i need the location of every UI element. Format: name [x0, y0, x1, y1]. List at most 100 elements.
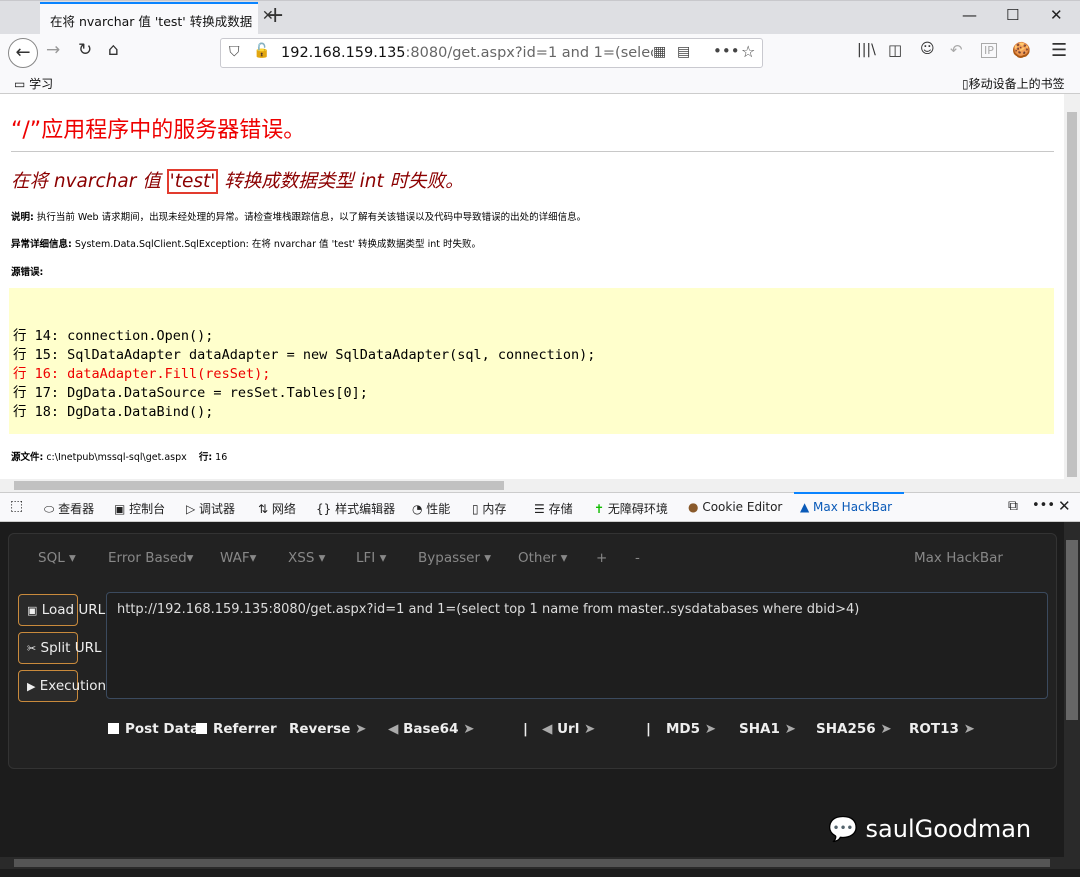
post-data-checkbox[interactable]: Post Data [108, 721, 199, 737]
tab-max-hackbar[interactable]: ▲ Max HackBar [800, 500, 892, 514]
back-button[interactable]: ← [8, 38, 38, 68]
reader-view-icon[interactable]: ▤ [677, 44, 690, 60]
checkbox-icon [108, 723, 119, 734]
load-url-button[interactable]: ▣ Load URL [18, 594, 105, 626]
tab-storage[interactable]: ☰ 存储 [534, 500, 573, 517]
reload-button[interactable]: ↻ [78, 40, 92, 60]
insecure-lock-icon[interactable]: 🔓 [253, 43, 270, 59]
url-bar[interactable]: ⛉ 🔓 192.168.159.135:8080/get.aspx?id=1 a… [220, 38, 763, 68]
right-arrow-icon: ➤ [963, 721, 975, 737]
load-icon: ▣ [27, 604, 38, 617]
tab-inspector[interactable]: ⬭ 查看器 [44, 500, 94, 517]
bookmarks-toolbar: ▭ 学习 ▯移动设备上的书签 [0, 72, 1080, 94]
sha1-button[interactable]: SHA1 ➤ [739, 721, 796, 737]
page-actions-icon[interactable]: ••• [713, 42, 740, 60]
watermark: 💬 saulGoodman [828, 815, 1032, 843]
tab-performance[interactable]: ◔ 性能 [412, 500, 450, 517]
tab-accessibility[interactable]: ✝ 无障碍环境 [594, 500, 668, 517]
menu-bypasser[interactable]: Bypasser ▾ [418, 550, 491, 566]
menu-waf[interactable]: WAF▾ [220, 550, 256, 566]
tab-network[interactable]: ⇅ 网络 [258, 500, 296, 517]
library-icon[interactable]: |||\ [857, 42, 876, 58]
execution-button[interactable]: ▶ Execution [18, 670, 106, 702]
menu-other[interactable]: Other ▾ [518, 550, 567, 566]
element-picker-icon[interactable]: ⬚ [10, 498, 23, 514]
hackbar-horizontal-scroll-thumb[interactable] [14, 859, 1050, 867]
browser-tab[interactable]: 在将 nvarchar 值 'test' 转换成数据 [40, 2, 258, 34]
page-title: “/”应用程序中的服务器错误。 [11, 118, 306, 143]
bookmark-folder[interactable]: ▭ 学习 [14, 75, 53, 92]
qr-code-icon[interactable]: ▦ [653, 44, 666, 60]
reverse-button[interactable]: Reverse ➤ [289, 721, 366, 737]
code-line: 行 15: SqlDataAdapter dataAdapter = new S… [13, 347, 596, 363]
active-tab-indicator [794, 492, 904, 494]
exception-details: 异常详细信息: System.Data.SqlClient.SqlExcepti… [11, 239, 481, 250]
checkbox-icon [196, 723, 207, 734]
referrer-checkbox[interactable]: Referrer [196, 721, 277, 737]
minimize-icon[interactable]: — [962, 6, 977, 24]
ip-icon[interactable]: IP [981, 43, 997, 58]
wechat-icon: 💬 [828, 815, 858, 843]
page-content: “/”应用程序中的服务器错误。 在将 nvarchar 值 'test' 转换成… [0, 94, 1064, 479]
source-code-box: 行 14: connection.Open(); 行 15: SqlDataAd… [9, 288, 1054, 434]
divider [11, 151, 1054, 152]
sha256-button[interactable]: SHA256 ➤ [816, 721, 892, 737]
play-icon: ▶ [27, 680, 36, 693]
url-textarea[interactable]: http://192.168.159.135:8080/get.aspx?id=… [106, 592, 1048, 699]
split-icon: ✂ [27, 642, 37, 655]
menu-lfi[interactable]: LFI ▾ [356, 550, 386, 566]
tab-memory[interactable]: ▯ 内存 [472, 500, 506, 517]
undo-icon[interactable]: ↶ [950, 41, 963, 59]
highlight-box: 'test' [166, 169, 219, 194]
maximize-icon[interactable]: ☐ [1006, 6, 1019, 24]
menu-icon[interactable]: ☰ [1051, 40, 1067, 61]
right-arrow-icon: ➤ [880, 721, 892, 737]
hackbar-brand: Max HackBar [914, 550, 1003, 566]
base64-button[interactable]: ◀ Base64 ➤ [388, 721, 475, 737]
url-encode-button[interactable]: ◀ Url ➤ [542, 721, 595, 737]
shield-icon[interactable]: ⛉ [229, 44, 240, 60]
right-arrow-icon: ➤ [355, 721, 367, 737]
tab-cookie-editor[interactable]: ● Cookie Editor [688, 500, 782, 514]
bookmark-star-icon[interactable]: ☆ [741, 42, 755, 61]
dock-icon[interactable]: ⧉ [1008, 498, 1018, 514]
devtools-close-icon[interactable]: ✕ [1058, 497, 1071, 515]
split-url-button[interactable]: ✂ Split URL [18, 632, 102, 664]
add-button[interactable]: + [596, 550, 607, 566]
home-button[interactable]: ⌂ [108, 40, 119, 60]
left-arrow-icon: ◀ [388, 721, 399, 737]
tab-style-editor[interactable]: {} 样式编辑器 [316, 500, 395, 517]
hackbar-vertical-scroll-thumb[interactable] [1066, 540, 1078, 720]
menu-xss[interactable]: XSS ▾ [288, 550, 325, 566]
code-line: 行 14: connection.Open(); [13, 328, 214, 344]
left-arrow-icon: ◀ [542, 721, 553, 737]
tab-debugger[interactable]: ▷ 调试器 [186, 500, 235, 517]
separator: | [646, 721, 651, 737]
right-arrow-icon: ➤ [704, 721, 717, 737]
source-file: 源文件: c:\Inetpub\mssql-sql\get.aspx 行: 16 [11, 452, 228, 463]
remove-button[interactable]: - [635, 550, 640, 566]
code-line-error: 行 16: dataAdapter.Fill(resSet); [13, 366, 271, 382]
md5-button[interactable]: MD5 ➤ [666, 721, 716, 737]
mobile-icon: ▯ [962, 77, 969, 91]
right-arrow-icon: ➤ [584, 721, 596, 737]
close-window-icon[interactable]: ✕ [1050, 6, 1063, 24]
page-horizontal-scroll-thumb[interactable] [14, 481, 504, 490]
cookie-icon[interactable]: 🍪 [1012, 41, 1031, 59]
devtools-toolbar: ⬚ ⬭ 查看器 ▣ 控制台 ▷ 调试器 ⇅ 网络 {} 样式编辑器 ◔ 性能 ▯… [0, 492, 1080, 522]
menu-error-based[interactable]: Error Based▾ [108, 550, 193, 566]
rot13-button[interactable]: ROT13 ➤ [909, 721, 975, 737]
tab-console[interactable]: ▣ 控制台 [114, 500, 165, 517]
sidebar-icon[interactable]: ◫ [888, 41, 902, 59]
page-vertical-scroll-thumb[interactable] [1067, 112, 1077, 477]
source-error-label: 源错误: [11, 267, 44, 278]
devtools-menu-icon[interactable]: ••• [1032, 498, 1055, 513]
description: 说明: 执行当前 Web 请求期间，出现未经处理的异常。请检查堆栈跟踪信息，以了… [11, 212, 587, 223]
avatar-icon[interactable]: ☺ [920, 41, 935, 57]
error-subtitle: 在将 nvarchar 值 'test' 转换成数据类型 int 时失败。 [11, 169, 464, 194]
forward-button[interactable]: → [46, 40, 60, 60]
new-tab-icon[interactable]: + [266, 3, 284, 28]
mobile-bookmarks[interactable]: ▯移动设备上的书签 [962, 75, 1065, 92]
folder-icon: ▭ [14, 77, 26, 91]
menu-sql[interactable]: SQL ▾ [38, 550, 76, 566]
